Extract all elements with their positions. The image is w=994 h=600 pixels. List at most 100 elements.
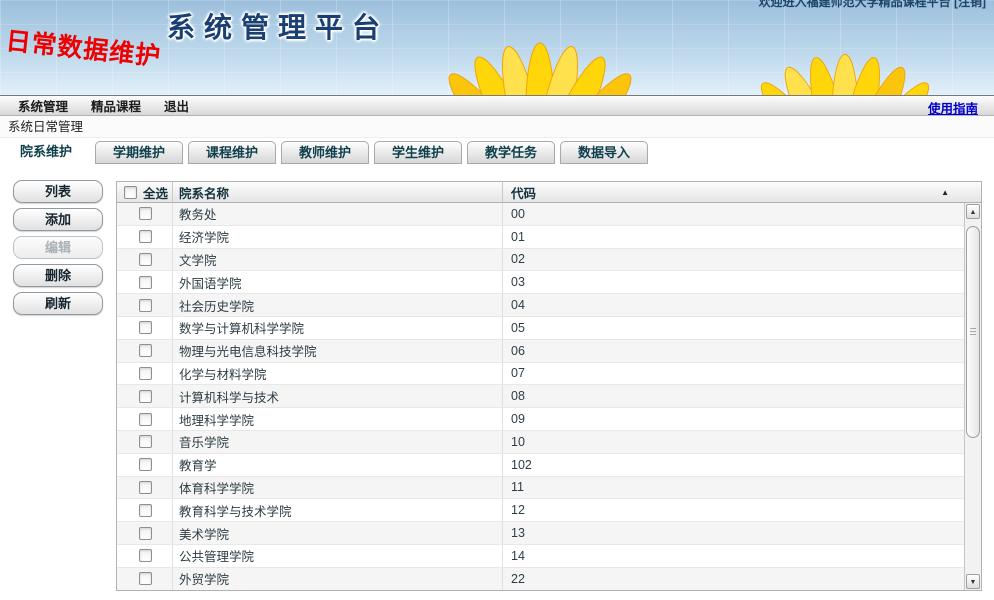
row-select-cell [117, 545, 173, 567]
row-checkbox[interactable] [139, 276, 152, 289]
table-row[interactable]: 文学院02 [117, 249, 964, 272]
row-checkbox[interactable] [139, 321, 152, 334]
vertical-scrollbar[interactable]: ▲ ▼ [964, 203, 981, 590]
table-row[interactable]: 教育科学与技术学院12 [117, 499, 964, 522]
delete-button[interactable]: 删除 [13, 264, 103, 287]
table-row[interactable]: 美术学院13 [117, 522, 964, 545]
scroll-down-button[interactable]: ▼ [966, 574, 980, 589]
content-area: 列表添加编辑删除刷新 全选 院系名称 代码 ▲ 教务处00经济学院01文学院02… [0, 166, 994, 600]
row-checkbox[interactable] [139, 458, 152, 471]
help-guide-link[interactable]: 使用指南 [928, 98, 978, 117]
tab-teacher-maintenance[interactable]: 教师维护 [281, 141, 369, 164]
column-header-code-label: 代码 [511, 183, 536, 202]
dept-code-cell: 07 [503, 363, 964, 385]
tab-data-import[interactable]: 数据导入 [560, 141, 648, 164]
welcome-text: 欢迎进入福建师范大学精品课程平台 [注销] [759, 0, 986, 10]
row-checkbox[interactable] [139, 344, 152, 357]
table-row[interactable]: 外贸学院22 [117, 568, 964, 590]
dept-code-cell: 03 [503, 271, 964, 293]
tab-bar: 院系维护学期维护课程维护教师维护学生维护教学任务数据导入 [0, 138, 994, 166]
table-row[interactable]: 音乐学院10 [117, 431, 964, 454]
refresh-button[interactable]: 刷新 [13, 292, 103, 315]
table-row[interactable]: 外国语学院03 [117, 271, 964, 294]
edit-button: 编辑 [13, 236, 103, 259]
row-select-cell [117, 385, 173, 407]
table-header: 全选 院系名称 代码 ▲ [117, 182, 981, 203]
row-checkbox[interactable] [139, 207, 152, 220]
dept-code-cell: 06 [503, 340, 964, 362]
dept-code-cell: 10 [503, 431, 964, 453]
menu-item-quality-courses[interactable]: 精品课程 [91, 96, 141, 115]
scrollbar-thumb[interactable] [966, 226, 980, 438]
row-checkbox[interactable] [139, 435, 152, 448]
dept-name-cell: 体育科学学院 [173, 477, 503, 499]
row-checkbox[interactable] [139, 367, 152, 380]
breadcrumb: 系统日常管理 [0, 116, 994, 138]
table-row[interactable]: 经济学院01 [117, 226, 964, 249]
menu-item-logout[interactable]: 退出 [164, 96, 189, 115]
page: 欢迎进入福建师范大学精品课程平台 [注销] 日常数据维护 系统管理平台 系统管理… [0, 0, 994, 600]
dept-name-cell: 计算机科学与技术 [173, 385, 503, 407]
row-select-cell [117, 477, 173, 499]
dept-name-cell: 美术学院 [173, 522, 503, 544]
tab-term-maintenance[interactable]: 学期维护 [95, 141, 183, 164]
dept-code-cell: 00 [503, 203, 964, 225]
sort-ascending-icon: ▲ [941, 188, 949, 197]
dept-name-cell: 数学与计算机科学学院 [173, 317, 503, 339]
table-body: 教务处00经济学院01文学院02外国语学院03社会历史学院04数学与计算机科学学… [117, 203, 964, 590]
column-header-code[interactable]: 代码 ▲ [503, 182, 981, 202]
row-select-cell [117, 317, 173, 339]
dept-code-cell: 102 [503, 454, 964, 476]
scroll-up-button[interactable]: ▲ [966, 204, 980, 219]
table-row[interactable]: 教务处00 [117, 203, 964, 226]
row-checkbox[interactable] [139, 230, 152, 243]
dept-name-cell: 物理与光电信息科技学院 [173, 340, 503, 362]
dept-name-cell: 教务处 [173, 203, 503, 225]
banner: 欢迎进入福建师范大学精品课程平台 [注销] 日常数据维护 系统管理平台 [0, 0, 994, 95]
row-select-cell [117, 271, 173, 293]
table-row[interactable]: 物理与光电信息科技学院06 [117, 340, 964, 363]
row-select-cell [117, 249, 173, 271]
row-checkbox[interactable] [139, 481, 152, 494]
table-row[interactable]: 教育学102 [117, 454, 964, 477]
dept-code-cell: 08 [503, 385, 964, 407]
dept-name-cell: 文学院 [173, 249, 503, 271]
row-select-cell [117, 408, 173, 430]
table-row[interactable]: 化学与材料学院07 [117, 363, 964, 386]
row-select-cell [117, 454, 173, 476]
table-row[interactable]: 公共管理学院14 [117, 545, 964, 568]
table-row[interactable]: 社会历史学院04 [117, 294, 964, 317]
dept-name-cell: 教育学 [173, 454, 503, 476]
table-row[interactable]: 体育科学学院11 [117, 477, 964, 500]
menu-item-system-management[interactable]: 系统管理 [18, 96, 68, 115]
row-checkbox[interactable] [139, 572, 152, 585]
row-select-cell [117, 568, 173, 590]
row-select-cell [117, 431, 173, 453]
dept-name-cell: 外国语学院 [173, 271, 503, 293]
row-checkbox[interactable] [139, 504, 152, 517]
select-all-checkbox[interactable] [124, 186, 137, 199]
page-title: 系统管理平台 [167, 6, 389, 46]
add-button[interactable]: 添加 [13, 208, 103, 231]
table-row[interactable]: 地理科学学院09 [117, 408, 964, 431]
dept-name-cell: 地理科学学院 [173, 408, 503, 430]
row-checkbox[interactable] [139, 549, 152, 562]
row-checkbox[interactable] [139, 527, 152, 540]
row-checkbox[interactable] [139, 390, 152, 403]
row-checkbox[interactable] [139, 413, 152, 426]
dept-code-cell: 05 [503, 317, 964, 339]
list-button[interactable]: 列表 [13, 180, 103, 203]
row-checkbox[interactable] [139, 299, 152, 312]
dept-code-cell: 02 [503, 249, 964, 271]
department-table: 全选 院系名称 代码 ▲ 教务处00经济学院01文学院02外国语学院03社会历史… [116, 181, 982, 591]
column-header-name[interactable]: 院系名称 [173, 182, 503, 202]
table-row[interactable]: 数学与计算机科学学院05 [117, 317, 964, 340]
tab-course-maintenance[interactable]: 课程维护 [188, 141, 276, 164]
tab-teaching-task[interactable]: 教学任务 [467, 141, 555, 164]
tab-student-maintenance[interactable]: 学生维护 [374, 141, 462, 164]
row-checkbox[interactable] [139, 253, 152, 266]
menubar-items: 系统管理 精品课程 退出 [18, 96, 189, 115]
row-select-cell [117, 226, 173, 248]
table-row[interactable]: 计算机科学与技术08 [117, 385, 964, 408]
tab-dept-maintenance[interactable]: 院系维护 [2, 141, 90, 167]
